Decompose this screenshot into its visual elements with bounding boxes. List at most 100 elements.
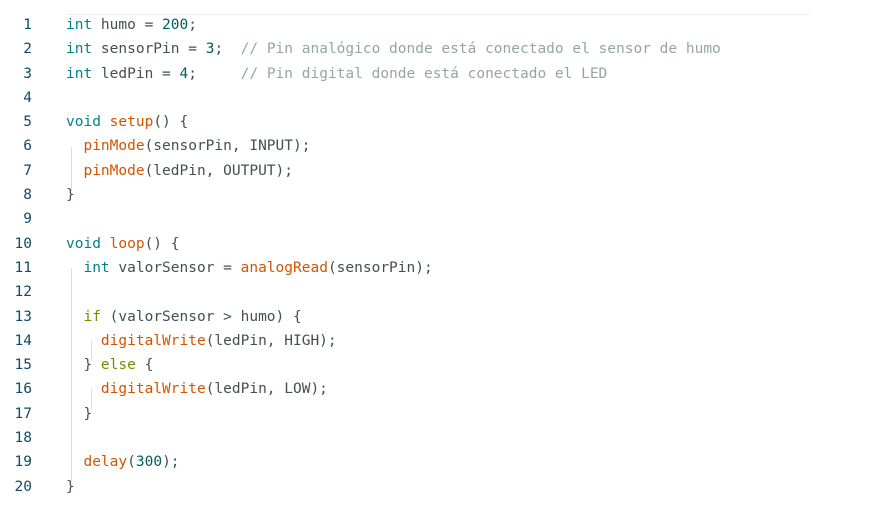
code-line[interactable]: 15 } else { [0, 353, 876, 377]
code-line[interactable]: 5 void setup() { [0, 110, 876, 134]
code-text[interactable]: } else { [66, 353, 153, 377]
code-line[interactable]: 7 pinMode(ledPin, OUTPUT); [0, 159, 876, 183]
code-token: } [66, 405, 93, 422]
code-token: setup [109, 114, 154, 131]
code-text[interactable]: delay(300); [66, 450, 180, 474]
code-line[interactable]: 3 int ledPin = 4; // Pin digital donde es… [0, 62, 876, 86]
code-token: ; [188, 65, 241, 82]
code-token: () { [144, 235, 180, 252]
code-token: ; [188, 17, 197, 33]
line-number: 18 [14, 430, 32, 447]
code-text[interactable]: int ledPin = 4; // Pin digital donde est… [66, 62, 607, 86]
code-token: ( [127, 454, 136, 471]
line-number: 16 [14, 381, 32, 398]
code-text[interactable]: if (valorSensor > humo) { [66, 305, 302, 329]
code-token: } [66, 478, 75, 495]
code-text[interactable]: } [66, 475, 75, 499]
code-token: { [135, 357, 154, 374]
code-token: (valorSensor > humo) { [100, 308, 302, 325]
line-number: 13 [14, 308, 32, 325]
code-text[interactable]: int valorSensor = analogRead(sensorPin); [66, 256, 433, 280]
code-token: valorSensor = [109, 259, 241, 276]
code-token: ); [162, 454, 180, 471]
code-text[interactable]: int sensorPin = 3; // Pin analógico dond… [66, 37, 721, 61]
code-token: (ledPin, HIGH); [205, 332, 337, 349]
line-number: 7 [23, 162, 32, 179]
code-line[interactable]: 19 delay(300); [0, 450, 876, 474]
line-number: 11 [14, 259, 32, 276]
code-text[interactable]: int humo = 200; [66, 13, 197, 37]
code-token: analogRead [240, 259, 328, 276]
code-token: int [66, 41, 93, 58]
code-token: sensorPin = [92, 41, 206, 58]
code-line[interactable]: 8} [0, 183, 876, 207]
code-token: // Pin digital donde está conectado el L… [240, 65, 608, 82]
code-line[interactable]: 11 int valorSensor = analogRead(sensorPi… [0, 256, 876, 280]
code-line[interactable]: 9 [0, 207, 876, 231]
code-token: (ledPin, OUTPUT); [144, 162, 293, 179]
code-line[interactable]: 6 pinMode(sensorPin, INPUT); [0, 134, 876, 158]
code-text[interactable]: pinMode(ledPin, OUTPUT); [66, 159, 293, 183]
code-text[interactable]: pinMode(sensorPin, INPUT); [66, 134, 310, 158]
code-line[interactable]: 2 int sensorPin = 3; // Pin analógico don… [0, 37, 876, 61]
code-text[interactable]: void setup() { [66, 110, 188, 134]
code-line[interactable]: 13 if (valorSensor > humo) { [0, 305, 876, 329]
line-number: 19 [14, 454, 32, 471]
code-editor[interactable]: 1 int humo = 200; 2 int sensorPin = 3; // P… [0, 13, 876, 499]
code-token: delay [83, 454, 128, 471]
code-token: digitalWrite [100, 381, 206, 398]
line-number: 4 [23, 89, 32, 106]
code-line[interactable]: 17 } [0, 402, 876, 426]
code-text[interactable]: digitalWrite(ledPin, LOW); [66, 377, 328, 401]
code-token: void [66, 114, 101, 131]
code-line[interactable]: 18 [0, 426, 876, 450]
code-token: pinMode [83, 162, 145, 179]
code-token: (sensorPin); [327, 259, 433, 276]
code-text[interactable]: digitalWrite(ledPin, HIGH); [66, 329, 337, 353]
line-number: 14 [14, 332, 32, 349]
code-token: loop [109, 235, 145, 252]
code-line[interactable]: 4 [0, 86, 876, 110]
line-number: 20 [14, 478, 32, 495]
line-number: 1 [23, 17, 32, 33]
line-number: 5 [23, 114, 32, 131]
code-token: (sensorPin, INPUT); [144, 138, 311, 155]
code-line[interactable]: 1 int humo = 200; [0, 13, 876, 37]
line-number: 3 [23, 65, 32, 82]
code-token: (ledPin, LOW); [205, 381, 328, 398]
code-token: int [83, 259, 110, 276]
code-text[interactable]: } [66, 402, 92, 426]
code-line[interactable]: 12 [0, 280, 876, 304]
code-token: () { [153, 114, 189, 131]
code-text[interactable]: void loop() { [66, 232, 180, 256]
code-token: ledPin = [92, 65, 180, 82]
line-number: 8 [23, 187, 32, 204]
line-number: 17 [14, 405, 32, 422]
line-number: 12 [14, 284, 32, 301]
code-token: // Pin analógico donde está conectado el… [240, 41, 721, 58]
code-token: int [66, 17, 93, 33]
code-token: void [66, 235, 101, 252]
code-token: humo = [92, 17, 163, 33]
code-token: } [66, 357, 101, 374]
code-line[interactable]: 16 digitalWrite(ledPin, LOW); [0, 377, 876, 401]
line-number: 9 [23, 211, 32, 228]
code-line[interactable]: 10 void loop() { [0, 232, 876, 256]
code-line[interactable]: 20} [0, 475, 876, 499]
code-token: int [66, 65, 93, 82]
code-token: 300 [135, 454, 163, 471]
code-token: else [100, 357, 136, 374]
code-text[interactable]: } [66, 183, 75, 207]
line-number: 6 [23, 138, 32, 155]
code-line[interactable]: 14 digitalWrite(ledPin, HIGH); [0, 329, 876, 353]
code-token: ; [214, 41, 241, 58]
